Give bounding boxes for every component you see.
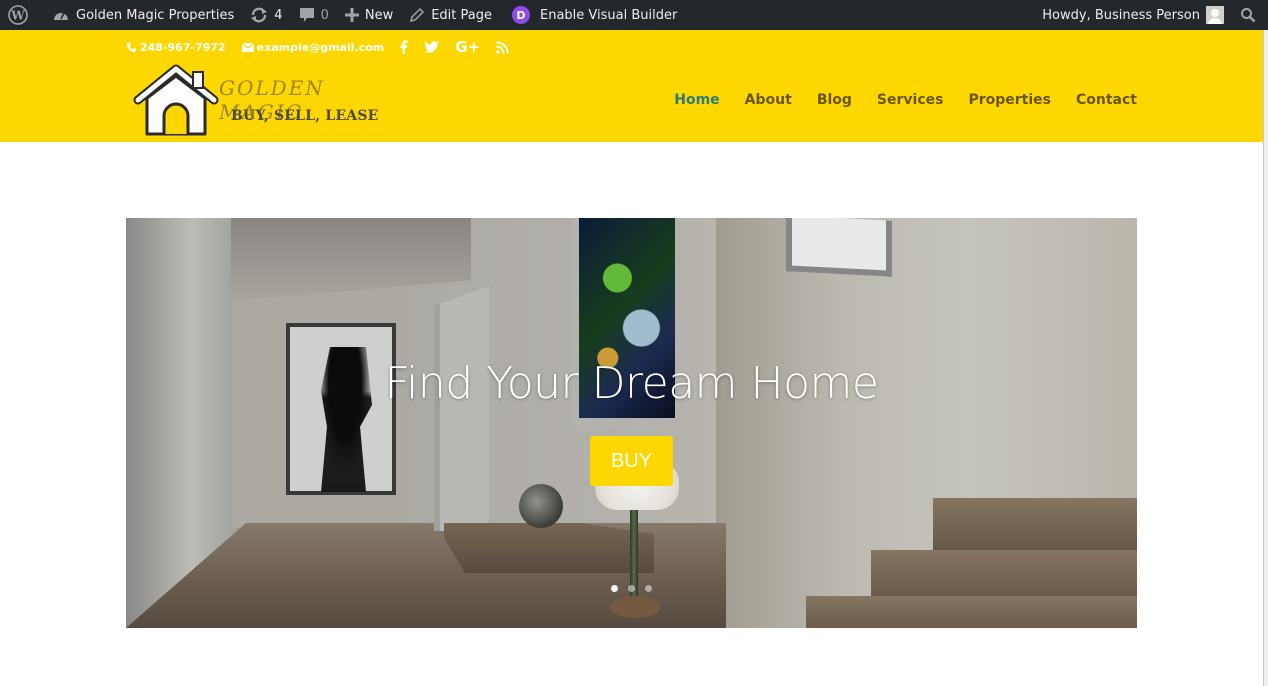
site-name-menu[interactable]: Golden Magic Properties <box>44 0 242 30</box>
house-icon <box>133 64 219 136</box>
new-content-menu[interactable]: New <box>337 0 401 30</box>
hero-title: Find Your Dream Home <box>384 358 879 409</box>
slider-dot-1[interactable] <box>611 585 618 592</box>
divi-icon: D <box>512 6 530 24</box>
search-icon <box>1241 8 1256 23</box>
nav-blog[interactable]: Blog <box>817 92 852 108</box>
new-label: New <box>364 7 394 23</box>
facebook-link[interactable] <box>400 40 408 54</box>
updates-menu[interactable]: 4 <box>242 0 290 30</box>
slider-dot-2[interactable] <box>628 585 635 592</box>
svg-text:W: W <box>10 9 25 23</box>
edit-page-link[interactable]: Edit Page <box>401 0 500 30</box>
buy-button[interactable]: BUY <box>590 436 673 486</box>
slider-pagination <box>126 585 1137 592</box>
nav-home[interactable]: Home <box>674 92 719 108</box>
comment-icon <box>299 8 314 22</box>
email-icon <box>241 42 254 52</box>
top-info-bar: 248-967-7972 example@gmail.com G+ <box>126 38 525 56</box>
avatar <box>1206 6 1224 24</box>
admin-search-button[interactable] <box>1232 0 1268 30</box>
email-address: example@gmail.com <box>256 40 385 54</box>
visual-builder-label: Enable Visual Builder <box>540 7 678 23</box>
google-plus-link[interactable]: G+ <box>455 38 480 56</box>
slide-overlay <box>126 218 1137 628</box>
page-scrollbar[interactable] <box>1263 30 1268 686</box>
edit-page-label: Edit Page <box>431 7 492 23</box>
plus-icon <box>344 8 359 22</box>
nav-contact[interactable]: Contact <box>1076 92 1137 108</box>
twitter-icon <box>424 41 439 53</box>
google-plus-icon: G+ <box>455 38 481 56</box>
twitter-link[interactable] <box>424 41 439 53</box>
howdy-text: Howdy, Business Person <box>1042 7 1200 23</box>
comments-menu[interactable]: 0 <box>291 0 337 30</box>
my-account-menu[interactable]: Howdy, Business Person <box>1034 0 1232 30</box>
phone-icon <box>126 42 137 52</box>
nav-about[interactable]: About <box>745 92 792 108</box>
main-navigation: Home About Blog Services Properties Cont… <box>649 92 1137 108</box>
nav-services[interactable]: Services <box>877 92 944 108</box>
rss-icon <box>496 40 509 54</box>
phone-info: 248-967-7972 <box>126 41 226 54</box>
site-name: Golden Magic Properties <box>76 7 235 23</box>
facebook-icon <box>400 40 408 54</box>
updates-icon <box>251 7 268 23</box>
rss-link[interactable] <box>496 40 509 54</box>
visual-builder-link[interactable]: D Enable Visual Builder <box>504 0 685 30</box>
wp-logo-menu[interactable]: W <box>0 0 36 30</box>
dashboard-icon <box>54 12 68 20</box>
pencil-icon <box>410 7 425 23</box>
site-logo[interactable]: GOLDEN MAGIC BUY, SELL, LEASE <box>133 64 403 140</box>
comments-count: 0 <box>320 7 329 23</box>
wordpress-icon: W <box>8 5 28 25</box>
slider-dot-3[interactable] <box>645 585 652 592</box>
hero-slider: Find Your Dream Home BUY <box>126 218 1137 628</box>
site-header: 248-967-7972 example@gmail.com G+ GOLDEN… <box>0 30 1263 142</box>
updates-count: 4 <box>274 7 283 23</box>
admin-bar: W Golden Magic Properties 4 0 New Edit P… <box>0 0 1268 30</box>
nav-properties[interactable]: Properties <box>968 92 1051 108</box>
phone-number: 248-967-7972 <box>140 40 226 54</box>
logo-tagline: BUY, SELL, LEASE <box>231 108 379 124</box>
email-info[interactable]: example@gmail.com <box>241 40 385 54</box>
